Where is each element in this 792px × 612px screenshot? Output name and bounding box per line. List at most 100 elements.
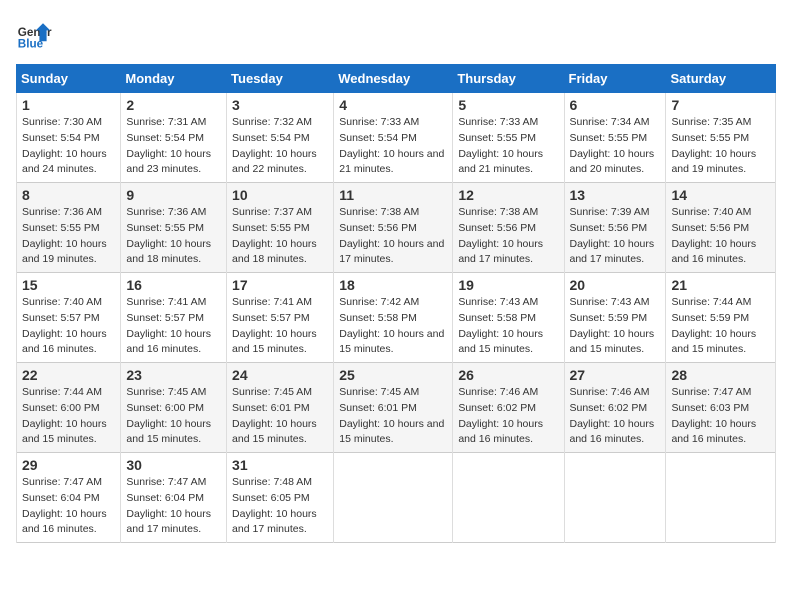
column-header-monday: Monday <box>121 65 227 93</box>
calendar-cell: 19 Sunrise: 7:43 AMSunset: 5:58 PMDaylig… <box>453 273 564 363</box>
day-number: 2 <box>126 97 221 113</box>
column-header-sunday: Sunday <box>17 65 121 93</box>
calendar-cell: 4 Sunrise: 7:33 AMSunset: 5:54 PMDayligh… <box>334 93 453 183</box>
day-detail: Sunrise: 7:35 AMSunset: 5:55 PMDaylight:… <box>671 116 756 175</box>
day-detail: Sunrise: 7:41 AMSunset: 5:57 PMDaylight:… <box>232 296 317 355</box>
column-header-thursday: Thursday <box>453 65 564 93</box>
day-number: 30 <box>126 457 221 473</box>
day-number: 24 <box>232 367 328 383</box>
day-number: 16 <box>126 277 221 293</box>
calendar-cell: 21 Sunrise: 7:44 AMSunset: 5:59 PMDaylig… <box>666 273 776 363</box>
day-detail: Sunrise: 7:47 AMSunset: 6:03 PMDaylight:… <box>671 386 756 445</box>
day-number: 28 <box>671 367 770 383</box>
day-detail: Sunrise: 7:39 AMSunset: 5:56 PMDaylight:… <box>570 206 655 265</box>
calendar-cell: 23 Sunrise: 7:45 AMSunset: 6:00 PMDaylig… <box>121 363 227 453</box>
calendar-cell: 13 Sunrise: 7:39 AMSunset: 5:56 PMDaylig… <box>564 183 666 273</box>
calendar-cell <box>666 453 776 543</box>
day-number: 19 <box>458 277 558 293</box>
day-detail: Sunrise: 7:48 AMSunset: 6:05 PMDaylight:… <box>232 476 317 535</box>
day-detail: Sunrise: 7:33 AMSunset: 5:55 PMDaylight:… <box>458 116 543 175</box>
day-detail: Sunrise: 7:46 AMSunset: 6:02 PMDaylight:… <box>458 386 543 445</box>
day-detail: Sunrise: 7:44 AMSunset: 6:00 PMDaylight:… <box>22 386 107 445</box>
calendar-cell: 28 Sunrise: 7:47 AMSunset: 6:03 PMDaylig… <box>666 363 776 453</box>
calendar-cell: 27 Sunrise: 7:46 AMSunset: 6:02 PMDaylig… <box>564 363 666 453</box>
day-detail: Sunrise: 7:45 AMSunset: 6:01 PMDaylight:… <box>339 386 444 445</box>
day-number: 25 <box>339 367 447 383</box>
calendar-week-row: 29 Sunrise: 7:47 AMSunset: 6:04 PMDaylig… <box>17 453 776 543</box>
calendar-cell: 15 Sunrise: 7:40 AMSunset: 5:57 PMDaylig… <box>17 273 121 363</box>
day-detail: Sunrise: 7:43 AMSunset: 5:58 PMDaylight:… <box>458 296 543 355</box>
day-detail: Sunrise: 7:37 AMSunset: 5:55 PMDaylight:… <box>232 206 317 265</box>
calendar-cell: 9 Sunrise: 7:36 AMSunset: 5:55 PMDayligh… <box>121 183 227 273</box>
day-number: 9 <box>126 187 221 203</box>
day-detail: Sunrise: 7:46 AMSunset: 6:02 PMDaylight:… <box>570 386 655 445</box>
calendar-cell: 29 Sunrise: 7:47 AMSunset: 6:04 PMDaylig… <box>17 453 121 543</box>
day-detail: Sunrise: 7:32 AMSunset: 5:54 PMDaylight:… <box>232 116 317 175</box>
day-number: 27 <box>570 367 661 383</box>
day-number: 12 <box>458 187 558 203</box>
day-detail: Sunrise: 7:42 AMSunset: 5:58 PMDaylight:… <box>339 296 444 355</box>
calendar-week-row: 1 Sunrise: 7:30 AMSunset: 5:54 PMDayligh… <box>17 93 776 183</box>
calendar-cell: 12 Sunrise: 7:38 AMSunset: 5:56 PMDaylig… <box>453 183 564 273</box>
calendar-cell: 10 Sunrise: 7:37 AMSunset: 5:55 PMDaylig… <box>227 183 334 273</box>
day-number: 14 <box>671 187 770 203</box>
day-number: 20 <box>570 277 661 293</box>
calendar-cell: 11 Sunrise: 7:38 AMSunset: 5:56 PMDaylig… <box>334 183 453 273</box>
day-detail: Sunrise: 7:36 AMSunset: 5:55 PMDaylight:… <box>126 206 211 265</box>
day-detail: Sunrise: 7:47 AMSunset: 6:04 PMDaylight:… <box>22 476 107 535</box>
day-detail: Sunrise: 7:38 AMSunset: 5:56 PMDaylight:… <box>458 206 543 265</box>
day-number: 7 <box>671 97 770 113</box>
column-header-saturday: Saturday <box>666 65 776 93</box>
logo: General Blue <box>16 16 52 52</box>
calendar-cell <box>564 453 666 543</box>
day-number: 10 <box>232 187 328 203</box>
day-detail: Sunrise: 7:36 AMSunset: 5:55 PMDaylight:… <box>22 206 107 265</box>
calendar-header-row: SundayMondayTuesdayWednesdayThursdayFrid… <box>17 65 776 93</box>
calendar-week-row: 22 Sunrise: 7:44 AMSunset: 6:00 PMDaylig… <box>17 363 776 453</box>
day-number: 11 <box>339 187 447 203</box>
day-detail: Sunrise: 7:44 AMSunset: 5:59 PMDaylight:… <box>671 296 756 355</box>
calendar-cell: 8 Sunrise: 7:36 AMSunset: 5:55 PMDayligh… <box>17 183 121 273</box>
calendar-cell: 17 Sunrise: 7:41 AMSunset: 5:57 PMDaylig… <box>227 273 334 363</box>
day-number: 6 <box>570 97 661 113</box>
day-detail: Sunrise: 7:40 AMSunset: 5:56 PMDaylight:… <box>671 206 756 265</box>
header: General Blue <box>16 16 776 52</box>
day-detail: Sunrise: 7:34 AMSunset: 5:55 PMDaylight:… <box>570 116 655 175</box>
day-detail: Sunrise: 7:41 AMSunset: 5:57 PMDaylight:… <box>126 296 211 355</box>
day-detail: Sunrise: 7:43 AMSunset: 5:59 PMDaylight:… <box>570 296 655 355</box>
calendar-cell: 25 Sunrise: 7:45 AMSunset: 6:01 PMDaylig… <box>334 363 453 453</box>
day-number: 13 <box>570 187 661 203</box>
day-number: 21 <box>671 277 770 293</box>
calendar-cell: 22 Sunrise: 7:44 AMSunset: 6:00 PMDaylig… <box>17 363 121 453</box>
day-number: 15 <box>22 277 115 293</box>
calendar-cell: 3 Sunrise: 7:32 AMSunset: 5:54 PMDayligh… <box>227 93 334 183</box>
column-header-tuesday: Tuesday <box>227 65 334 93</box>
day-detail: Sunrise: 7:38 AMSunset: 5:56 PMDaylight:… <box>339 206 444 265</box>
day-number: 4 <box>339 97 447 113</box>
day-detail: Sunrise: 7:30 AMSunset: 5:54 PMDaylight:… <box>22 116 107 175</box>
calendar-cell: 30 Sunrise: 7:47 AMSunset: 6:04 PMDaylig… <box>121 453 227 543</box>
calendar-cell: 14 Sunrise: 7:40 AMSunset: 5:56 PMDaylig… <box>666 183 776 273</box>
day-detail: Sunrise: 7:40 AMSunset: 5:57 PMDaylight:… <box>22 296 107 355</box>
day-detail: Sunrise: 7:47 AMSunset: 6:04 PMDaylight:… <box>126 476 211 535</box>
day-number: 5 <box>458 97 558 113</box>
calendar-cell: 7 Sunrise: 7:35 AMSunset: 5:55 PMDayligh… <box>666 93 776 183</box>
day-number: 3 <box>232 97 328 113</box>
calendar-cell: 31 Sunrise: 7:48 AMSunset: 6:05 PMDaylig… <box>227 453 334 543</box>
calendar-cell: 16 Sunrise: 7:41 AMSunset: 5:57 PMDaylig… <box>121 273 227 363</box>
calendar-cell: 20 Sunrise: 7:43 AMSunset: 5:59 PMDaylig… <box>564 273 666 363</box>
calendar-cell <box>453 453 564 543</box>
day-number: 29 <box>22 457 115 473</box>
calendar-cell: 26 Sunrise: 7:46 AMSunset: 6:02 PMDaylig… <box>453 363 564 453</box>
calendar-cell: 1 Sunrise: 7:30 AMSunset: 5:54 PMDayligh… <box>17 93 121 183</box>
day-number: 18 <box>339 277 447 293</box>
calendar-cell: 6 Sunrise: 7:34 AMSunset: 5:55 PMDayligh… <box>564 93 666 183</box>
logo-icon: General Blue <box>16 16 52 52</box>
calendar-cell: 24 Sunrise: 7:45 AMSunset: 6:01 PMDaylig… <box>227 363 334 453</box>
calendar-cell <box>334 453 453 543</box>
day-detail: Sunrise: 7:31 AMSunset: 5:54 PMDaylight:… <box>126 116 211 175</box>
day-number: 23 <box>126 367 221 383</box>
day-detail: Sunrise: 7:45 AMSunset: 6:00 PMDaylight:… <box>126 386 211 445</box>
calendar-cell: 18 Sunrise: 7:42 AMSunset: 5:58 PMDaylig… <box>334 273 453 363</box>
calendar-table: SundayMondayTuesdayWednesdayThursdayFrid… <box>16 64 776 543</box>
